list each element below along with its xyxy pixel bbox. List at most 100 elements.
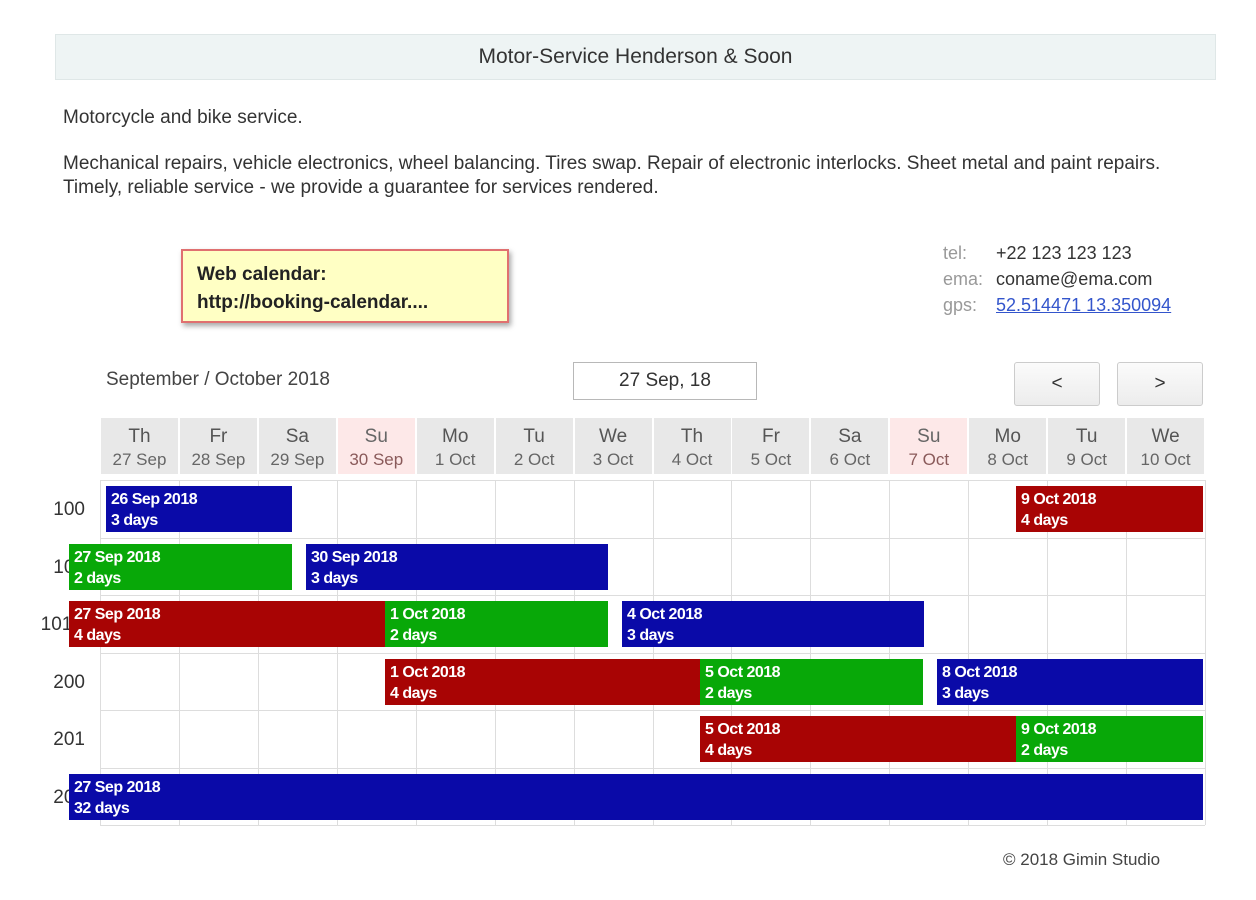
day-date: 10 Oct <box>1140 450 1191 469</box>
day-date: 30 Sep <box>349 450 404 469</box>
email-label: ema: <box>943 269 984 289</box>
grid-line <box>100 653 1205 654</box>
day-date: 9 Oct <box>1066 450 1107 469</box>
day-header: Sa 29 Sep <box>258 418 336 474</box>
day-of-week: Mo <box>442 426 469 447</box>
booking-duration: 2 days <box>1021 742 1068 759</box>
grid-line <box>100 768 1205 769</box>
day-of-week: Tu <box>523 426 545 447</box>
grid-line <box>1205 480 1206 825</box>
booking-duration: 3 days <box>111 512 158 529</box>
day-header: Tu 2 Oct <box>495 418 573 474</box>
day-date: 27 Sep <box>112 450 167 469</box>
resource-label: 200 <box>53 672 85 693</box>
booking-duration: 3 days <box>311 570 358 587</box>
next-button[interactable]: > <box>1117 362 1203 406</box>
booking-duration: 2 days <box>705 685 752 702</box>
contact-info: tel: +22 123 123 123 ema: coname@ema.com… <box>943 240 1171 318</box>
booking-block[interactable]: 27 Sep 2018 2 days <box>69 544 292 590</box>
day-date: 4 Oct <box>671 450 713 469</box>
day-header: We 3 Oct <box>574 418 652 474</box>
web-note-url: http://booking-calendar.... <box>197 292 429 313</box>
day-date: 1 Oct <box>434 450 476 469</box>
day-date: 7 Oct <box>908 450 950 469</box>
day-of-week: Sa <box>838 426 862 447</box>
day-of-week: Fr <box>761 426 780 447</box>
day-of-week: Mo <box>994 426 1021 447</box>
day-of-week: Sa <box>285 426 309 447</box>
day-header: Fr 28 Sep <box>179 418 257 474</box>
booking-date: 4 Oct 2018 <box>627 606 703 623</box>
resource-label: 201 <box>53 729 85 750</box>
prev-button[interactable]: < <box>1014 362 1100 406</box>
day-date: 28 Sep <box>191 450 246 469</box>
service-description: Mechanical repairs, vehicle electronics,… <box>63 153 1161 198</box>
day-of-week: Su <box>917 426 941 447</box>
booking-date: 1 Oct 2018 <box>390 606 466 623</box>
day-of-week: Th <box>128 426 151 447</box>
day-of-week: Tu <box>1075 426 1098 447</box>
service-tagline: Motorcycle and bike service. <box>63 107 303 128</box>
web-note-title: Web calendar: <box>197 264 327 285</box>
resource-label: 100 <box>53 499 85 520</box>
day-date: 6 Oct <box>829 450 871 469</box>
booking-date: 9 Oct 2018 <box>1021 491 1097 508</box>
booking-date: 9 Oct 2018 <box>1021 721 1097 738</box>
day-header: Mo 8 Oct <box>969 418 1047 474</box>
booking-duration: 3 days <box>942 685 989 702</box>
booking-block[interactable]: 26 Sep 2018 3 days <box>106 486 292 532</box>
tel-value: +22 123 123 123 <box>996 243 1132 263</box>
copyright: © 2018 Gimin Studio <box>1003 850 1161 869</box>
page-title: Motor-Service Henderson & Soon <box>55 34 1216 80</box>
day-date: 3 Oct <box>592 450 634 469</box>
day-of-week: Th <box>680 426 704 447</box>
day-of-week: Fr <box>209 426 228 447</box>
grid-line <box>100 710 1205 711</box>
day-header: Su 30 Sep <box>337 418 415 474</box>
gps-link[interactable]: 52.514471 13.350094 <box>996 292 1171 318</box>
booking-date: 27 Sep 2018 <box>74 779 161 796</box>
day-header: Su 7 Oct <box>890 418 968 474</box>
booking-duration: 4 days <box>1021 512 1068 529</box>
gps-label: gps: <box>943 295 978 315</box>
web-calendar-note[interactable]: Web calendar: http://booking-calendar...… <box>181 249 509 323</box>
booking-date: 8 Oct 2018 <box>942 664 1018 681</box>
booking-block[interactable]: 30 Sep 2018 3 days <box>306 544 608 590</box>
day-header: Th 27 Sep <box>101 418 178 474</box>
booking-block[interactable]: 9 Oct 2018 2 days <box>1016 716 1203 762</box>
day-header: We 10 Oct <box>1127 418 1205 474</box>
grid-line <box>100 825 1205 826</box>
booking-date: 5 Oct 2018 <box>705 664 781 681</box>
day-date: 5 Oct <box>750 450 792 469</box>
booking-date: 26 Sep 2018 <box>111 491 198 508</box>
day-header: Sa 6 Oct <box>811 418 889 474</box>
booking-duration: 2 days <box>390 627 437 644</box>
day-of-week: We <box>598 426 628 447</box>
month-label: September / October 2018 <box>106 369 330 390</box>
booking-block[interactable]: 9 Oct 2018 4 days <box>1016 486 1203 532</box>
booking-block[interactable]: 5 Oct 2018 2 days <box>700 659 923 705</box>
grid-line <box>100 538 1205 539</box>
day-date: 8 Oct <box>987 450 1029 469</box>
booking-block[interactable]: 8 Oct 2018 3 days <box>937 659 1203 705</box>
booking-duration: 3 days <box>627 627 674 644</box>
date-picker-input[interactable]: 27 Sep, 18 <box>573 362 757 400</box>
day-of-week: We <box>1151 426 1180 447</box>
day-date: 29 Sep <box>270 450 325 469</box>
booking-date: 27 Sep 2018 <box>74 549 161 566</box>
day-of-week: Su <box>364 426 388 447</box>
day-header: Mo 1 Oct <box>416 418 494 474</box>
grid-line <box>100 595 1205 596</box>
day-date: 2 Oct <box>513 450 555 469</box>
booking-date: 30 Sep 2018 <box>311 549 398 566</box>
booking-block[interactable]: 1 Oct 2018 2 days <box>385 601 608 647</box>
day-header: Tu 9 Oct <box>1048 418 1126 474</box>
booking-duration: 2 days <box>74 570 121 587</box>
day-header: Fr 5 Oct <box>732 418 810 474</box>
tel-label: tel: <box>943 243 968 263</box>
booking-block[interactable]: 4 Oct 2018 3 days <box>622 601 924 647</box>
day-header: Th 4 Oct <box>653 418 731 474</box>
booking-duration: 32 days <box>74 800 130 817</box>
booking-block[interactable]: 27 Sep 2018 32 days <box>69 774 1203 820</box>
grid-line <box>100 480 1205 481</box>
